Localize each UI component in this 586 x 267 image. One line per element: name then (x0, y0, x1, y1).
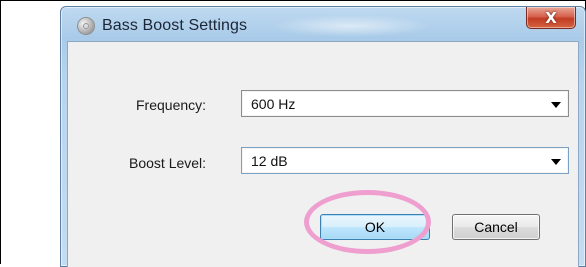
chevron-down-icon (551, 102, 561, 108)
frequency-label: Frequency: (136, 97, 207, 113)
close-icon: X (545, 8, 557, 27)
boost-level-label: Boost Level: (129, 155, 207, 171)
dialog-content: Frequency: 600 Hz Boost Level: 12 dB OK … (67, 41, 579, 267)
boost-level-value: 12 dB (251, 153, 288, 169)
window-title: Bass Boost Settings (102, 17, 248, 34)
ok-button[interactable]: OK (320, 214, 430, 240)
chevron-down-icon (551, 159, 561, 165)
title-glare (271, 15, 431, 37)
close-button[interactable]: X (526, 7, 576, 29)
frequency-select[interactable]: 600 Hz (241, 90, 569, 117)
frequency-value: 600 Hz (251, 96, 296, 112)
table-border-top (0, 0, 586, 1)
boost-level-select[interactable]: 12 dB (241, 147, 569, 174)
title-bar[interactable]: Bass Boost Settings X (61, 7, 585, 41)
dialog-window: Bass Boost Settings X Frequency: 600 Hz … (60, 6, 586, 267)
cancel-button[interactable]: Cancel (452, 214, 540, 240)
speaker-icon (78, 18, 94, 34)
